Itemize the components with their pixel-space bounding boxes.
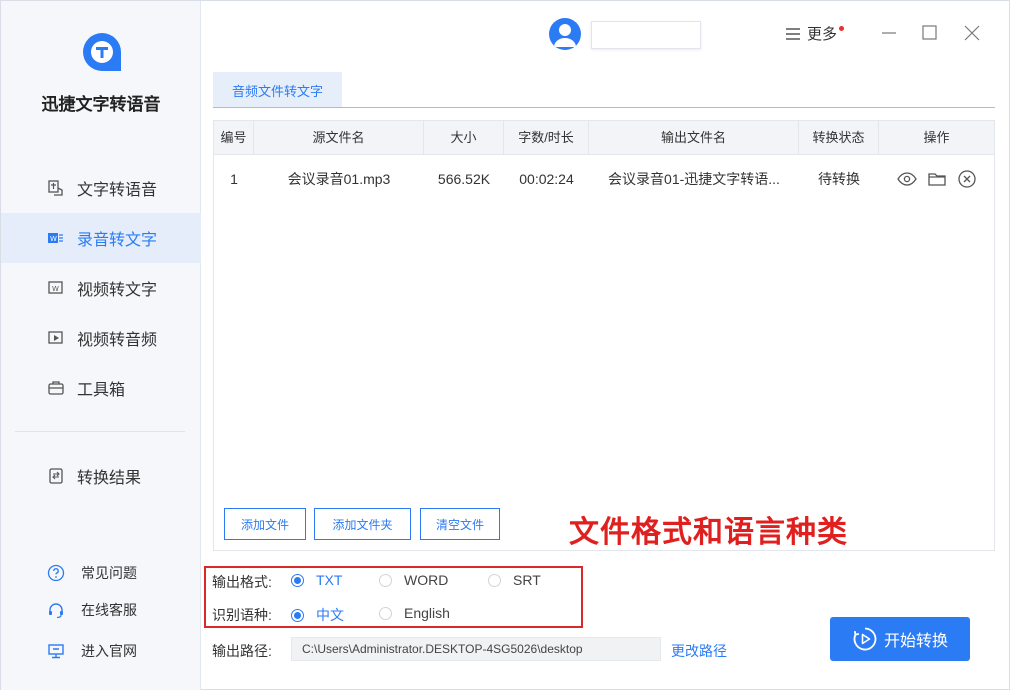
video-word-icon: W — [47, 279, 65, 297]
sidebar-item-label: 工具箱 — [77, 382, 126, 399]
question-icon — [47, 564, 65, 582]
file-table: 编号 源文件名 大小 字数/时长 输出文件名 转换状态 操作 1 会议录音01.… — [213, 120, 995, 551]
audio-word-icon: W — [47, 229, 65, 247]
tab-underline — [213, 107, 995, 108]
user-icon — [554, 24, 576, 47]
language-label: 识别语种: — [212, 607, 272, 623]
minimize-icon — [882, 32, 896, 34]
help-item-website[interactable]: 进入官网 — [1, 636, 201, 666]
row-index: 1 — [230, 171, 238, 187]
row-output-file: 会议录音01-迅捷文字转语... — [608, 171, 780, 187]
app-window: 迅捷文字转语音 文字转语音 W 录音转文字 W 视频转文字 视频转音频 工具箱 … — [0, 0, 1010, 690]
clear-files-button[interactable]: 清空文件 — [420, 508, 500, 540]
sidebar-divider — [15, 431, 185, 432]
sidebar-item-video-to-text[interactable]: W 视频转文字 — [1, 263, 201, 313]
open-folder-icon[interactable] — [926, 168, 948, 190]
format-srt-label: SRT — [513, 572, 541, 588]
app-name: 迅捷文字转语音 — [41, 95, 161, 114]
format-word-label: WORD — [404, 572, 449, 588]
play-circle-icon — [853, 627, 877, 651]
add-file-button[interactable]: 添加文件 — [224, 508, 306, 540]
toolbox-icon — [47, 379, 65, 397]
language-radio-english[interactable]: English — [379, 605, 450, 621]
headset-icon — [47, 601, 65, 619]
help-item-label: 在线客服 — [81, 602, 137, 618]
maximize-icon — [922, 25, 937, 40]
app-logo-icon — [83, 33, 121, 71]
sidebar-item-label: 文字转语音 — [77, 182, 158, 199]
format-radio-txt[interactable]: TXT — [291, 572, 342, 588]
more-label: 更多 — [807, 26, 838, 43]
sidebar-item-audio-to-text[interactable]: W 录音转文字 — [1, 213, 201, 263]
column-header-index: 编号 — [214, 121, 254, 155]
help-item-faq[interactable]: 常见问题 — [1, 558, 201, 588]
radio-checked-icon — [291, 573, 304, 587]
sidebar-item-text-to-speech[interactable]: 文字转语音 — [1, 163, 201, 213]
row-size: 566.52K — [437, 171, 491, 187]
more-menu-button[interactable]: 更多 — [785, 23, 845, 44]
output-format-label: 输出格式: — [212, 574, 272, 590]
username-box[interactable] — [591, 21, 701, 49]
sidebar-item-label: 录音转文字 — [77, 232, 158, 249]
annotation-text: 文件格式和语言种类 — [569, 515, 848, 550]
table-header: 编号 源文件名 大小 字数/时长 输出文件名 转换状态 操作 — [214, 121, 994, 155]
format-radio-srt[interactable]: SRT — [488, 572, 541, 588]
close-icon — [964, 25, 980, 41]
sidebar-item-results[interactable]: 转换结果 — [1, 451, 201, 501]
row-status: 待转换 — [818, 171, 860, 187]
change-path-link[interactable]: 更改路径 — [671, 641, 727, 661]
row-source-file: 会议录音01.mp3 — [287, 171, 391, 187]
radio-unchecked-icon — [379, 606, 392, 620]
start-convert-button[interactable]: 开始转换 — [830, 617, 970, 661]
preview-eye-icon[interactable] — [896, 168, 918, 190]
delete-circle-x-icon[interactable] — [956, 168, 978, 190]
minimize-button[interactable] — [879, 23, 899, 43]
result-icon — [47, 467, 65, 485]
start-convert-label: 开始转换 — [883, 633, 948, 650]
svg-text:W: W — [52, 285, 59, 293]
help-item-label: 常见问题 — [81, 565, 137, 581]
close-button[interactable] — [962, 23, 982, 43]
column-header-duration: 字数/时长 — [504, 121, 589, 155]
sidebar-item-video-to-audio[interactable]: 视频转音频 — [1, 313, 201, 363]
column-header-output: 输出文件名 — [589, 121, 799, 155]
format-txt-label: TXT — [316, 572, 343, 588]
text-to-speech-icon — [47, 179, 65, 197]
output-path-field[interactable]: C:\Users\Administrator.DESKTOP-4SG5026\d… — [291, 637, 661, 661]
notification-dot — [839, 26, 845, 31]
output-path-label: 输出路径: — [212, 643, 272, 659]
menu-icon — [786, 27, 800, 40]
column-header-source: 源文件名 — [254, 121, 424, 155]
language-chinese-label: 中文 — [316, 607, 344, 623]
table-row[interactable]: 1 会议录音01.mp3 566.52K 00:02:24 会议录音01-迅捷文… — [214, 157, 994, 201]
video-audio-icon — [47, 329, 65, 347]
sidebar: 迅捷文字转语音 文字转语音 W 录音转文字 W 视频转文字 视频转音频 工具箱 … — [1, 1, 201, 690]
row-actions — [879, 157, 994, 201]
sidebar-item-label: 视频转文字 — [77, 282, 158, 299]
sidebar-item-toolbox[interactable]: 工具箱 — [1, 363, 201, 413]
row-duration: 00:02:24 — [519, 171, 574, 187]
help-item-label: 进入官网 — [81, 643, 137, 659]
add-folder-button[interactable]: 添加文件夹 — [314, 508, 411, 540]
tab-audio-to-text[interactable]: 音频文件转文字 — [213, 72, 342, 108]
sidebar-item-label: 转换结果 — [77, 470, 142, 487]
column-header-actions: 操作 — [923, 130, 950, 145]
user-avatar[interactable] — [549, 18, 581, 50]
help-item-support[interactable]: 在线客服 — [1, 595, 201, 625]
maximize-button[interactable] — [920, 23, 940, 43]
language-english-label: English — [404, 605, 450, 621]
radio-checked-icon — [291, 608, 304, 622]
column-header-status: 转换状态 — [799, 121, 879, 155]
language-radio-chinese[interactable]: 中文 — [291, 605, 344, 625]
column-header-size: 大小 — [424, 121, 504, 155]
format-radio-word[interactable]: WORD — [379, 572, 448, 588]
sidebar-item-label: 视频转音频 — [77, 332, 158, 349]
radio-unchecked-icon — [379, 573, 392, 587]
svg-text:W: W — [50, 235, 57, 243]
radio-unchecked-icon — [488, 573, 501, 587]
monitor-icon — [47, 642, 65, 660]
